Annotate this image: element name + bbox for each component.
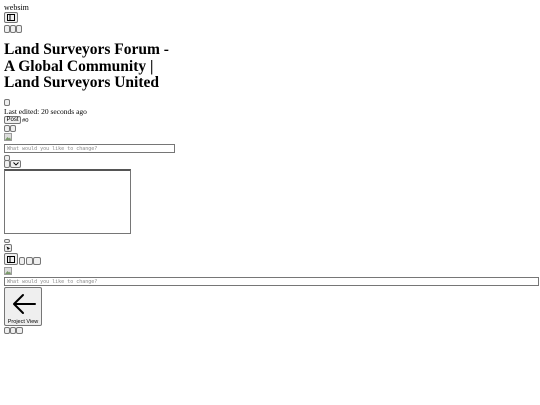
toolbar-button-3[interactable] (16, 25, 22, 33)
image-icon (4, 133, 12, 141)
chevron-down-icon (12, 162, 19, 166)
image-icon (4, 267, 12, 275)
cursor-button[interactable] (4, 244, 12, 252)
project-view-label: Project View (7, 319, 39, 325)
preview-frame[interactable] (4, 169, 131, 234)
small-button-d[interactable] (4, 160, 10, 168)
small-button-e[interactable] (4, 239, 10, 243)
toolbar-button-4[interactable] (19, 257, 25, 265)
sidebar-icon (7, 255, 15, 263)
layout-toggle-button[interactable] (4, 253, 18, 265)
small-button-b[interactable] (10, 125, 16, 132)
app-name: websim (4, 3, 29, 12)
footer-button-3[interactable] (16, 327, 23, 334)
cursor-icon (6, 246, 10, 251)
sidebar-toggle-button[interactable] (4, 12, 18, 23)
last-edited-text: Last edited: 20 seconds ago (4, 107, 87, 116)
toolbar-button-5[interactable] (26, 257, 33, 265)
checkbox-button[interactable] (4, 99, 10, 106)
page-title: Land Surveyors Forum - A Global Communit… (4, 41, 169, 91)
change-request-input[interactable] (4, 144, 175, 153)
arrow-left-icon (13, 294, 36, 314)
version-tag: #0 (22, 117, 29, 124)
project-view-button[interactable]: Project View (4, 287, 42, 326)
post-button[interactable]: Post (4, 116, 21, 124)
toolbar-button-6[interactable] (33, 257, 41, 265)
dropdown-button[interactable] (10, 160, 21, 168)
sidebar-icon (7, 14, 15, 21)
bottom-change-request-input[interactable] (4, 277, 539, 286)
